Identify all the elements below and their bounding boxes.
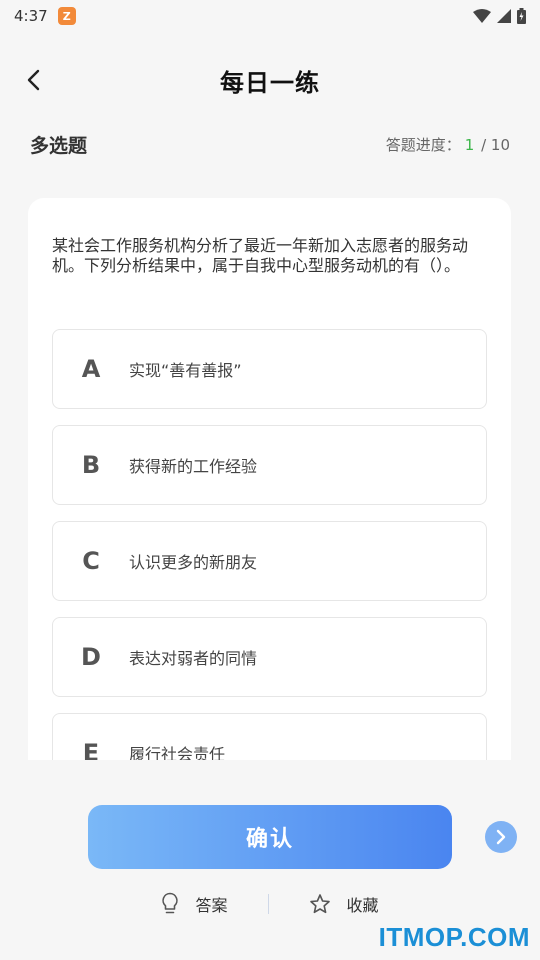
- star-icon: [309, 894, 330, 914]
- chevron-right-icon: [496, 829, 506, 845]
- option-text: 实现“善有善报”: [129, 361, 242, 380]
- nav-bar: 每日一练: [0, 52, 540, 108]
- wifi-icon: [473, 9, 491, 23]
- question-meta: 多选题 答题进度： 1 / 10: [30, 128, 510, 160]
- option-text: 表达对弱者的同情: [129, 649, 258, 668]
- page-title: 每日一练: [220, 68, 320, 97]
- watermark: ITMOP.COM: [378, 922, 530, 952]
- option-text: 获得新的工作经验: [129, 457, 258, 476]
- status-time: 4:37: [14, 7, 48, 25]
- option-b[interactable]: B 获得新的工作经验: [52, 425, 487, 505]
- progress-indicator: 答题进度： 1 / 10: [386, 134, 510, 155]
- question-card: 某社会工作服务机构分析了最近一年新加入志愿者的服务动机。下列分析结果中，属于自我…: [28, 198, 511, 760]
- option-a[interactable]: A 实现“善有善报”: [52, 329, 487, 409]
- favorite-button[interactable]: 收藏: [309, 892, 379, 916]
- next-question-button[interactable]: [485, 821, 517, 853]
- option-letter: B: [81, 451, 101, 479]
- favorite-label: 收藏: [346, 896, 379, 915]
- question-text: 某社会工作服务机构分析了最近一年新加入志愿者的服务动机。下列分析结果中，属于自我…: [52, 236, 469, 275]
- option-letter: E: [82, 739, 100, 760]
- status-bar: 4:37 Z: [0, 0, 540, 32]
- answer-label: 答案: [195, 896, 228, 915]
- progress-separator: /: [481, 135, 487, 154]
- app-notification-icon: Z: [57, 7, 76, 25]
- chevron-left-icon: [27, 69, 40, 91]
- option-e[interactable]: E 履行社会责任: [52, 713, 487, 760]
- option-letter: C: [82, 547, 100, 575]
- answer-button[interactable]: 答案: [161, 892, 228, 916]
- option-letter: D: [81, 643, 101, 671]
- lightbulb-icon: [162, 892, 179, 914]
- signal-icon: [497, 9, 511, 23]
- option-text: 认识更多的新朋友: [129, 553, 258, 572]
- back-button[interactable]: [16, 62, 52, 98]
- option-letter: A: [81, 355, 101, 383]
- progress-total: 10: [490, 135, 510, 154]
- status-icons: [473, 8, 526, 24]
- confirm-button[interactable]: 确认: [88, 805, 452, 869]
- battery-icon: [517, 8, 526, 24]
- option-text: 履行社会责任: [129, 745, 226, 760]
- action-bar: 答案 收藏: [0, 888, 540, 920]
- action-divider: [267, 894, 269, 914]
- question-type: 多选题: [30, 134, 88, 157]
- progress-current: 1: [464, 135, 475, 154]
- option-d[interactable]: D 表达对弱者的同情: [52, 617, 487, 697]
- option-c[interactable]: C 认识更多的新朋友: [52, 521, 487, 601]
- progress-label: 答题进度：: [385, 135, 461, 154]
